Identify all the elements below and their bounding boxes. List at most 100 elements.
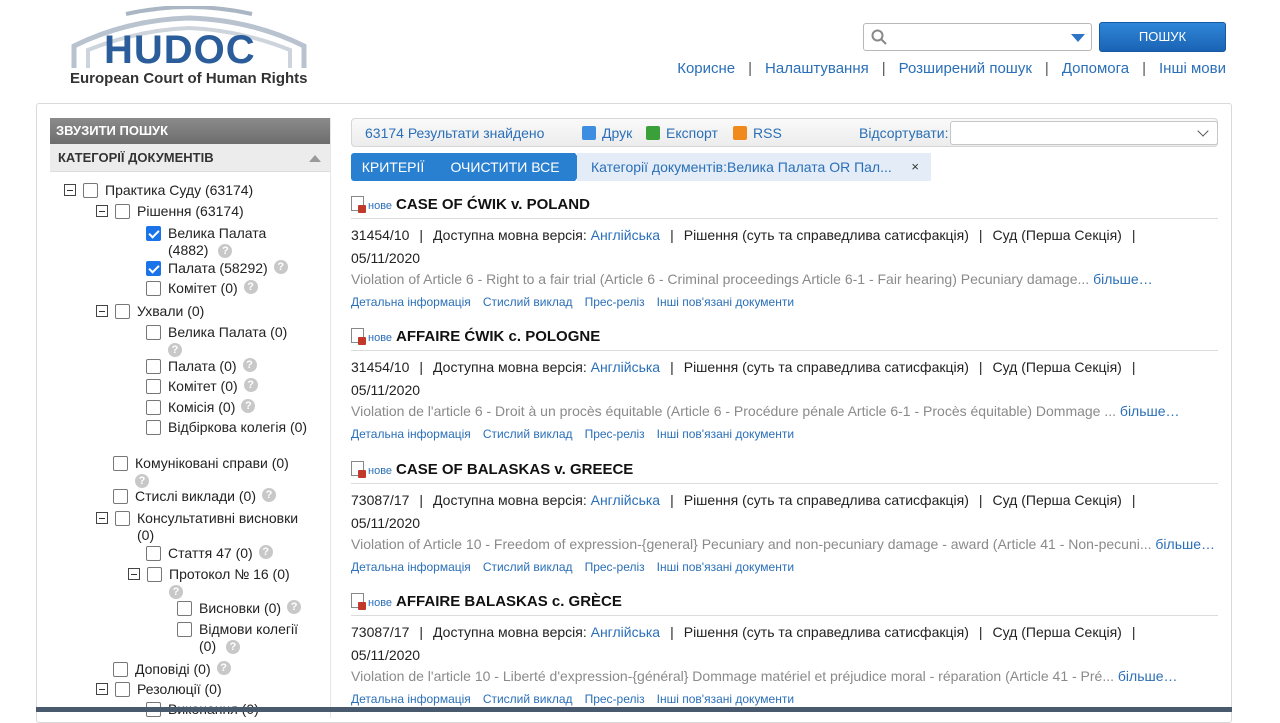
collapse-up-icon[interactable] [309, 155, 321, 162]
more-link[interactable]: більше… [1155, 536, 1215, 552]
details-link[interactable]: Детальна інформація [351, 427, 471, 441]
details-link[interactable]: Детальна інформація [351, 295, 471, 309]
checkbox[interactable] [115, 304, 130, 319]
legal-summary-link[interactable]: Стислий виклад [483, 295, 573, 309]
help-icon[interactable]: ? [262, 488, 276, 502]
press-release-link[interactable]: Прес-реліз [585, 692, 645, 706]
result-title-row[interactable]: нове AFFAIRE ĆWIK c. POLOGNE [351, 328, 600, 350]
checkbox[interactable] [146, 281, 161, 296]
checkbox[interactable] [113, 489, 128, 504]
checkbox[interactable] [113, 662, 128, 677]
checkbox[interactable] [146, 420, 161, 435]
help-icon[interactable]: ? [218, 244, 233, 259]
close-icon[interactable]: × [911, 153, 919, 181]
related-documents-link[interactable]: Інші пов'язані документи [657, 692, 794, 706]
active-filter-chip[interactable]: Категорії документів:Велика Палата OR Па… [577, 153, 931, 181]
checkbox-checked[interactable] [146, 261, 161, 276]
nav-help[interactable]: Допомога [1062, 60, 1129, 77]
checkbox[interactable] [177, 601, 192, 616]
help-icon[interactable]: ? [273, 260, 288, 274]
related-documents-link[interactable]: Інші пов'язані документи [657, 295, 794, 309]
language-link[interactable]: Англійська [591, 359, 660, 375]
nav-advanced-search[interactable]: Розширений пошук [899, 60, 1032, 77]
help-icon[interactable]: ? [168, 343, 182, 358]
more-link[interactable]: більше… [1093, 271, 1153, 287]
language-link[interactable]: Англійська [591, 227, 660, 243]
result-title-row[interactable]: нове CASE OF ĆWIK v. POLAND [351, 196, 590, 218]
help-icon[interactable]: ? [216, 661, 231, 675]
tree-node-article-47[interactable]: Стаття 47 (0) ? [146, 545, 273, 562]
collapse-toggle-icon[interactable] [96, 205, 108, 217]
tree-node-case-law[interactable]: Практика Суду (63174) [64, 182, 253, 199]
language-link[interactable]: Англійська [591, 624, 660, 640]
checkbox-checked[interactable] [146, 226, 161, 241]
tree-node-judgments[interactable]: Рішення (63174) [96, 203, 244, 220]
search-dropdown-icon[interactable] [1071, 34, 1085, 42]
language-link[interactable]: Англійська [591, 492, 660, 508]
checkbox[interactable] [146, 379, 161, 394]
press-release-link[interactable]: Прес-реліз [585, 427, 645, 441]
hudoc-logo[interactable]: HUDOC European Court of Human Rights [66, 6, 312, 90]
tree-node-reports[interactable]: Доповіді (0) ? [113, 661, 231, 678]
details-link[interactable]: Детальна інформація [351, 692, 471, 706]
help-icon[interactable]: ? [258, 545, 273, 559]
checkbox[interactable] [115, 511, 130, 526]
tree-node-opinions[interactable]: Висновки (0) ? [177, 600, 302, 617]
press-release-link[interactable]: Прес-реліз [585, 295, 645, 309]
checkbox[interactable] [113, 456, 128, 471]
criteria-button[interactable]: КРИТЕРІЇ [351, 153, 435, 181]
related-documents-link[interactable]: Інші пов'язані документи [657, 560, 794, 574]
related-documents-link[interactable]: Інші пов'язані документи [657, 427, 794, 441]
rss-button[interactable]: RSS [733, 125, 782, 141]
search-field[interactable] [863, 23, 1092, 51]
result-title-row[interactable]: нове CASE OF BALASKAS v. GREECE [351, 461, 633, 483]
checkbox[interactable] [115, 682, 130, 697]
result-title[interactable]: AFFAIRE ĆWIK c. POLOGNE [396, 328, 600, 345]
help-icon[interactable]: ? [169, 585, 183, 600]
tree-node-advisory-opinions[interactable]: Консультативні висновки (0) [96, 510, 298, 544]
legal-summary-link[interactable]: Стислий виклад [483, 560, 573, 574]
tree-node-legal-summaries[interactable]: Стислі виклади (0) ? [113, 488, 276, 505]
collapse-toggle-icon[interactable] [96, 512, 108, 524]
nav-settings[interactable]: Налаштування [765, 60, 869, 77]
legal-summary-link[interactable]: Стислий виклад [483, 427, 573, 441]
help-icon[interactable]: ? [243, 280, 258, 294]
tree-node-commission[interactable]: Комісія (0) ? [146, 399, 256, 416]
tree-node-grand-chamber[interactable]: Велика Палата (4882) ? [146, 225, 266, 259]
result-title[interactable]: AFFAIRE BALASKAS c. GRÈCE [396, 593, 622, 610]
tree-node-chamber[interactable]: Палата (58292) ? [146, 260, 288, 277]
collapse-toggle-icon[interactable] [96, 683, 108, 695]
help-icon[interactable]: ? [135, 474, 149, 489]
collapse-toggle-icon[interactable] [64, 184, 76, 196]
tree-node-resolutions[interactable]: Резолюції (0) [96, 681, 222, 698]
search-button[interactable]: ПОШУК [1099, 22, 1226, 52]
tree-node-decisions[interactable]: Ухвали (0) [96, 303, 204, 320]
search-input[interactable] [892, 27, 1062, 47]
tree-node-protocol-16[interactable]: Протокол № 16 (0) ? [128, 566, 290, 600]
collapse-toggle-icon[interactable] [128, 568, 140, 580]
sidebar-section-document-categories[interactable]: КАТЕГОРІЇ ДОКУМЕНТІВ [50, 144, 330, 172]
checkbox[interactable] [146, 546, 161, 561]
tree-node-panel-rejections[interactable]: Відмови колегії (0) ? [177, 621, 298, 655]
nav-other-languages[interactable]: Інші мови [1159, 60, 1226, 77]
more-link[interactable]: більше… [1120, 403, 1180, 419]
clear-all-button[interactable]: ОЧИСТИТИ ВСЕ [435, 153, 575, 181]
help-icon[interactable]: ? [242, 358, 257, 372]
tree-node-screening-panel[interactable]: Відбіркова колегія (0) [146, 419, 307, 436]
export-button[interactable]: Експорт [646, 125, 718, 141]
help-icon[interactable]: ? [243, 378, 258, 392]
more-link[interactable]: більше… [1118, 668, 1178, 684]
checkbox[interactable] [83, 183, 98, 198]
details-link[interactable]: Детальна інформація [351, 560, 471, 574]
checkbox[interactable] [147, 567, 162, 582]
result-title[interactable]: CASE OF BALASKAS v. GREECE [396, 461, 633, 478]
nav-useful[interactable]: Корисне [677, 60, 735, 77]
tree-node-decisions-committee[interactable]: Комітет (0) ? [146, 378, 258, 395]
checkbox[interactable] [146, 325, 161, 340]
tree-node-decisions-grand-chamber[interactable]: Велика Палата (0) ? [146, 324, 287, 358]
tree-node-committee[interactable]: Комітет (0) ? [146, 280, 258, 297]
tree-node-communicated-cases[interactable]: Комуніковані справи (0) ? [113, 455, 289, 489]
print-button[interactable]: Друк [582, 125, 632, 141]
press-release-link[interactable]: Прес-реліз [585, 560, 645, 574]
help-icon[interactable]: ? [287, 600, 302, 614]
